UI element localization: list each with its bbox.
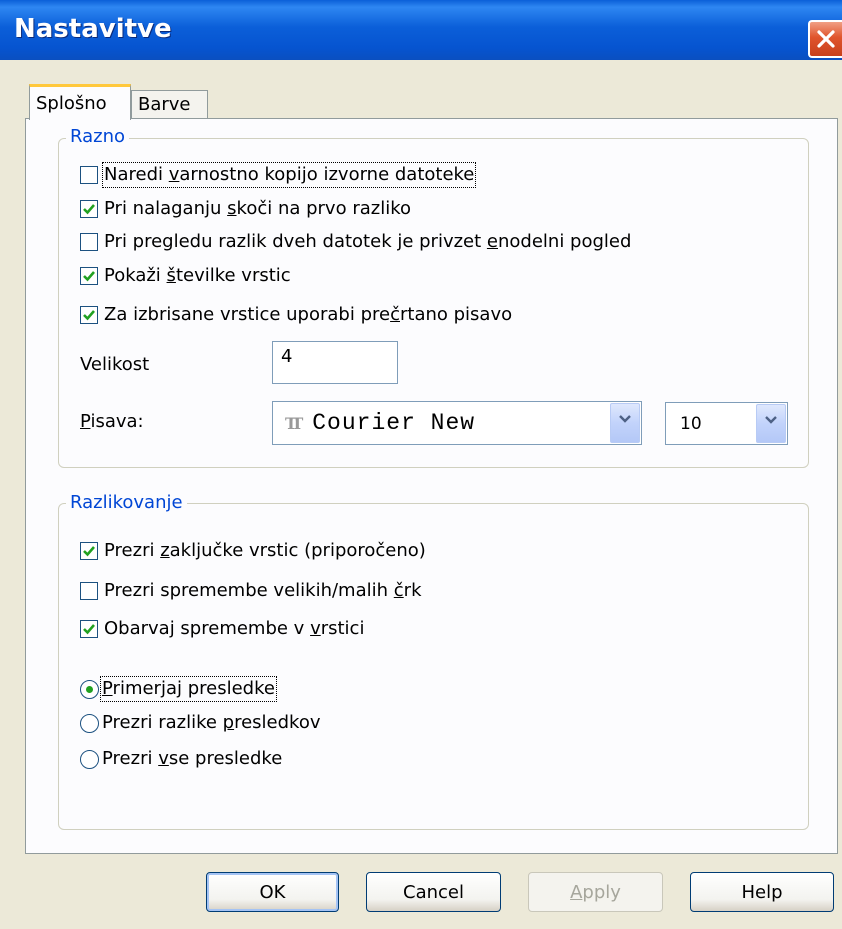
window-title: Nastavitve [14,14,172,44]
velikost-value: 4 [281,346,293,367]
radio-label: Prezri razlike presledkov [102,712,321,733]
checkmark-icon [83,204,95,215]
truetype-font-icon: TT [285,413,303,433]
font-size-value: 10 [680,413,702,434]
checkbox-label: Pri nalaganju skoči na prvo razliko [104,198,411,219]
checkbox[interactable] [80,582,98,600]
pisava-label: Pisava: [80,411,144,432]
button-label: Apply [570,881,621,903]
jump-first-diff-checkbox-row[interactable]: Pri nalaganju skoči na prvo razliko [80,198,411,220]
ignore-case-checkbox-row[interactable]: Prezri spremembe velikih/malih črk [80,580,422,602]
checkbox[interactable] [80,267,98,285]
checkbox-label: Prezri zaključke vrstic (priporočeno) [104,540,426,561]
line-numbers-checkbox-row[interactable]: Pokaži številke vrstic [80,265,291,287]
ignore-all-whitespace-radio-row[interactable]: Prezri vse presledke [80,748,282,770]
font-size-select[interactable]: 10 [665,402,788,445]
button-label: OK [259,881,286,903]
checkbox-label: Prezri spremembe velikih/malih črk [104,580,422,601]
checkbox[interactable] [80,233,98,251]
checkbox[interactable] [80,166,98,184]
apply-button[interactable]: Apply [528,872,663,912]
tab-label: Barve [138,94,191,115]
single-pane-view-checkbox-row[interactable]: Pri pregledu razlik dveh datotek je priv… [80,231,631,253]
checkbox[interactable] [80,306,98,324]
razno-group-title: Razno [66,126,130,148]
help-button[interactable]: Help [690,872,834,912]
font-size-dropdown-button[interactable] [756,404,786,443]
ok-button[interactable]: OK [206,872,339,912]
checkbox[interactable] [80,542,98,560]
chevron-down-icon [765,416,777,424]
color-inline-changes-checkbox-row[interactable]: Obarvaj spremembe v vrstici [80,618,364,640]
checkbox[interactable] [80,200,98,218]
ignore-eol-checkbox-row[interactable]: Prezri zaključke vrstic (priporočeno) [80,540,426,562]
title-bar: Nastavitve [0,0,842,60]
button-label: Help [741,881,783,903]
tab-barve[interactable]: Barve [131,90,208,119]
velikost-label: Velikost [80,354,150,375]
font-family-dropdown-button[interactable] [610,403,640,443]
radio-label: Primerjaj presledke [100,676,277,702]
radio-label: Prezri vse presledke [102,748,283,769]
font-family-select[interactable]: TT Courier New [272,401,642,445]
checkbox-label: Naredi varnostno kopijo izvorne datoteke [101,162,477,188]
tab-splosno[interactable]: Splošno [29,84,131,120]
checkmark-icon [83,624,95,635]
radio-button[interactable] [80,679,99,699]
tab-label: Splošno [36,93,107,114]
checkmark-icon [83,271,95,282]
checkbox-label: Obarvaj spremembe v vrstici [104,618,365,639]
cancel-button[interactable]: Cancel [366,872,501,912]
checkbox-label: Pri pregledu razlik dveh datotek je priv… [104,231,632,252]
ignore-whitespace-diff-radio-row[interactable]: Prezri razlike presledkov [80,712,321,734]
radio-button[interactable] [80,713,99,733]
backup-checkbox-row[interactable]: Naredi varnostno kopijo izvorne datoteke [80,162,477,188]
radio-button[interactable] [80,749,99,769]
velikost-input[interactable]: 4 [272,341,398,384]
checkmark-icon [83,310,95,321]
checkmark-icon [83,546,95,557]
razlikovanje-group-title: Razlikovanje [66,492,187,514]
checkbox-label: Za izbrisane vrstice uporabi prečrtano p… [104,304,513,325]
radio-selected-dot [86,685,93,693]
close-icon [817,30,835,48]
compare-whitespace-radio-row[interactable]: Primerjaj presledke [80,676,277,702]
strikethrough-checkbox-row[interactable]: Za izbrisane vrstice uporabi prečrtano p… [80,304,512,326]
checkbox-label: Pokaži številke vrstic [104,265,291,286]
chevron-down-icon [619,415,631,423]
close-button[interactable] [808,20,842,58]
font-family-value: Courier New [312,410,476,436]
button-label: Cancel [403,881,464,903]
checkbox[interactable] [80,620,98,638]
